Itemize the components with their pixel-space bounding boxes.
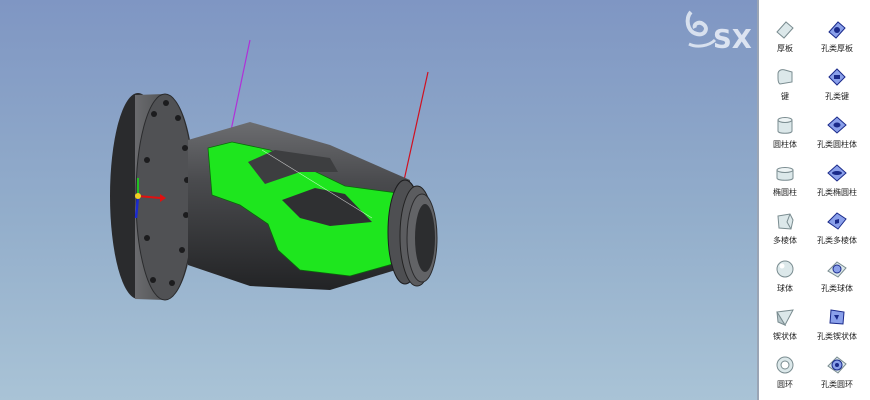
axis-line-red bbox=[402, 71, 429, 186]
torus-tool[interactable]: 圆环 bbox=[759, 354, 811, 390]
palette-row: 圆柱体 孔类圆柱体 bbox=[759, 114, 870, 158]
palette-row: 椭圆柱 孔类椭圆柱 bbox=[759, 162, 870, 206]
hole-thick-plate-icon bbox=[828, 21, 846, 39]
wedge-tool[interactable]: 锲状体 bbox=[759, 306, 811, 342]
hole-torus-tool[interactable]: 孔类圆环 bbox=[811, 354, 863, 390]
model-canvas[interactable] bbox=[0, 0, 757, 400]
hole-cylinder-tool[interactable]: 孔类圆柱体 bbox=[811, 114, 863, 150]
svg-text:SX: SX bbox=[713, 25, 752, 52]
feature-palette: 厚板 孔类厚板 键 孔类键 圆柱体 孔类圆柱体 椭圆柱 孔类椭圆柱 多棱体 孔类… bbox=[757, 0, 870, 400]
polyhedron-icon bbox=[777, 213, 794, 230]
elliptic-cylinder-tool[interactable]: 椭圆柱 bbox=[759, 162, 811, 198]
wedge-icon bbox=[776, 309, 794, 327]
thick-plate-tool[interactable]: 厚板 bbox=[759, 18, 811, 54]
palette-row: 圆环 孔类圆环 bbox=[759, 354, 870, 398]
hole-key-tool[interactable]: 孔类键 bbox=[811, 66, 863, 102]
hole-elliptic-cylinder-tool[interactable]: 孔类椭圆柱 bbox=[811, 162, 863, 198]
hole-cylinder-icon bbox=[827, 116, 847, 134]
palette-row: 锲状体 孔类锲状体 bbox=[759, 306, 870, 350]
elliptic-cylinder-icon bbox=[776, 167, 794, 181]
cylinder-tool[interactable]: 圆柱体 bbox=[759, 114, 811, 150]
palette-row: 厚板 孔类厚板 bbox=[759, 18, 870, 62]
hole-sphere-tool[interactable]: 孔类球体 bbox=[811, 258, 863, 294]
polyhedron-tool[interactable]: 多棱体 bbox=[759, 210, 811, 246]
key-icon bbox=[777, 69, 793, 85]
palette-row: 多棱体 孔类多棱体 bbox=[759, 210, 870, 254]
palette-row: 球体 孔类球体 bbox=[759, 258, 870, 302]
hole-wedge-tool[interactable]: 孔类锲状体 bbox=[811, 306, 863, 342]
hole-polyhedron-tool[interactable]: 孔类多棱体 bbox=[811, 210, 863, 246]
hole-key-icon bbox=[828, 68, 846, 86]
hole-polyhedron-icon bbox=[827, 212, 847, 230]
cylinder-icon bbox=[777, 117, 793, 134]
thick-plate-icon bbox=[776, 21, 794, 39]
front-bore bbox=[415, 204, 435, 272]
3d-viewport[interactable]: SX bbox=[0, 0, 757, 400]
sphere-icon bbox=[776, 260, 794, 278]
sphere-tool[interactable]: 球体 bbox=[759, 258, 811, 294]
torus-icon bbox=[776, 356, 794, 374]
hole-elliptic-cylinder-icon bbox=[827, 164, 847, 182]
palette-top-partial bbox=[759, 0, 870, 4]
watermark-logo: SX bbox=[683, 4, 757, 52]
hole-wedge-icon bbox=[829, 309, 845, 325]
palette-row: 键 孔类键 bbox=[759, 66, 870, 110]
hole-thick-plate-tool[interactable]: 孔类厚板 bbox=[811, 18, 863, 54]
key-tool[interactable]: 键 bbox=[759, 66, 811, 102]
hole-sphere-icon bbox=[827, 261, 847, 278]
hole-torus-icon bbox=[827, 356, 847, 374]
